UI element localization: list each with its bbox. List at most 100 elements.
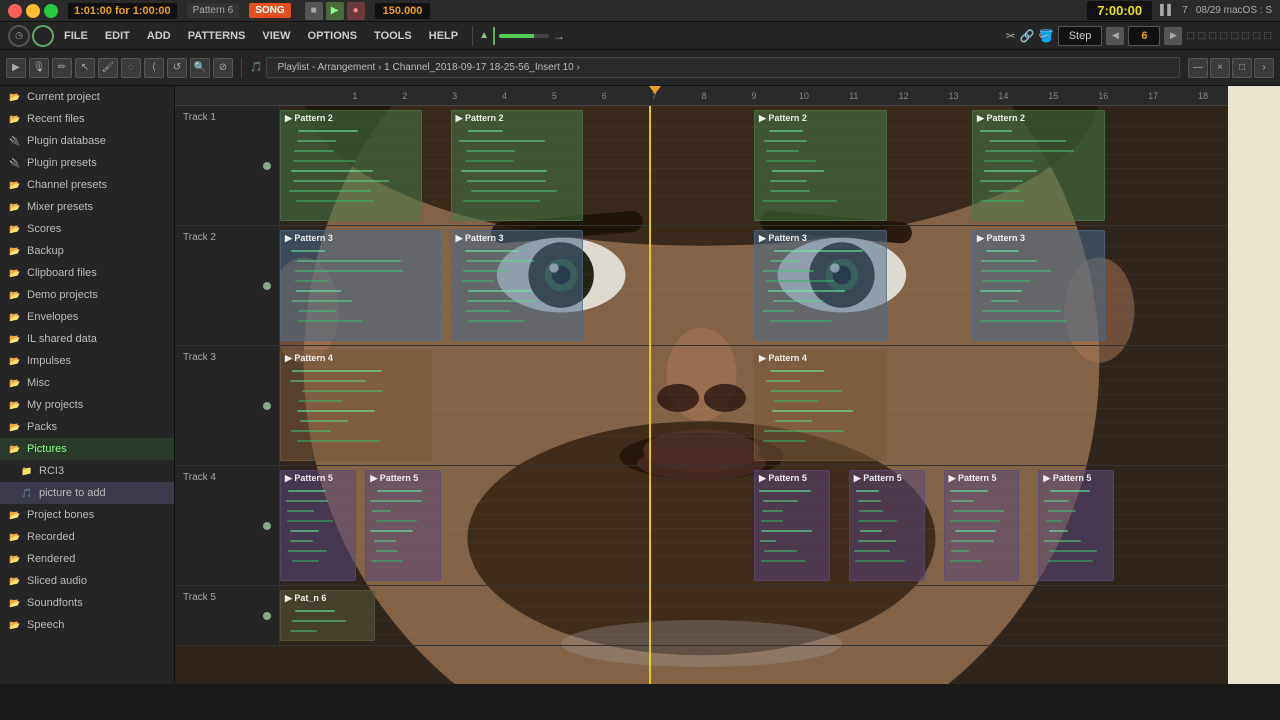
pattern-block[interactable]: ▶ Pattern 3 — [972, 230, 1105, 341]
sidebar-item-rendered[interactable]: 📂Rendered — [0, 548, 174, 570]
zoom-btn[interactable]: 🔍 — [190, 58, 210, 78]
bcr-expand[interactable]: □ — [1232, 58, 1252, 78]
volume-control[interactable]: ▲ → — [479, 27, 565, 45]
pattern-block[interactable]: ▶ Pattern 2 — [972, 110, 1105, 221]
pattern-block[interactable]: ▶ Pattern 4 — [754, 350, 887, 461]
close-button[interactable] — [8, 4, 22, 18]
sidebar-item-rci3[interactable]: 📁RCI3 — [0, 460, 174, 482]
sidebar-item-picture-to-add[interactable]: 🎵picture to add — [0, 482, 174, 504]
pattern-block[interactable]: ▶ Pattern 4 — [280, 350, 432, 461]
tracks-container: Track 1▶ Pattern 2▶ Pattern 2▶ Pattern 2… — [175, 106, 1228, 684]
sidebar-label: Sliced audio — [27, 575, 87, 587]
mute-btn[interactable]: ⊘ — [213, 58, 233, 78]
maximize-button[interactable] — [44, 4, 58, 18]
pattern-block[interactable]: ▶ Pattern 2 — [451, 110, 584, 221]
stop-button[interactable]: ■ — [305, 2, 323, 20]
sidebar-item-recent-files[interactable]: 📂Recent files — [0, 108, 174, 130]
nav-arrow-btn[interactable]: ▶ — [6, 58, 26, 78]
sidebar-item-envelopes[interactable]: 📂Envelopes — [0, 306, 174, 328]
bpm-display[interactable]: 150.000 — [375, 3, 431, 19]
bcr-close[interactable]: › — [1254, 58, 1274, 78]
plugin-icon: 🔌 — [8, 134, 22, 148]
pattern-block[interactable]: ▶ Pattern 5 — [944, 470, 1020, 581]
link-icon[interactable]: 🔗 — [1020, 29, 1035, 43]
step-count[interactable]: 6 — [1128, 26, 1160, 46]
sidebar-item-demo-projects[interactable]: 📂Demo projects — [0, 284, 174, 306]
sidebar-item-impulses[interactable]: 📂Impulses — [0, 350, 174, 372]
sidebar-item-plugin-database[interactable]: 🔌Plugin database — [0, 130, 174, 152]
sidebar-item-backup[interactable]: 📂Backup — [0, 240, 174, 262]
sidebar-label: Current project — [27, 91, 100, 103]
sidebar-item-clipboard-files[interactable]: 📂Clipboard files — [0, 262, 174, 284]
track-content-5[interactable]: ▶ Pat_n 6 — [280, 586, 1228, 645]
menu-item-view[interactable]: VIEW — [254, 26, 298, 46]
sidebar-item-mixer-presets[interactable]: 📂Mixer presets — [0, 196, 174, 218]
sidebar-item-misc[interactable]: 📂Misc — [0, 372, 174, 394]
sidebar-item-recorded[interactable]: 📂Recorded — [0, 526, 174, 548]
sidebar-item-il-shared-data[interactable]: 📂IL shared data — [0, 328, 174, 350]
loop-btn[interactable]: ↺ — [167, 58, 187, 78]
menu-item-options[interactable]: OPTIONS — [300, 26, 366, 46]
pattern-block[interactable]: ▶ Pattern 2 — [280, 110, 422, 221]
sidebar-item-speech[interactable]: 📂Speech — [0, 614, 174, 636]
circle-icon-1[interactable]: ◷ — [8, 25, 30, 47]
pattern-block[interactable]: ▶ Pattern 3 — [280, 230, 441, 341]
song-mode-badge[interactable]: SONG — [249, 3, 290, 18]
bcr-left[interactable]: — — [1188, 58, 1208, 78]
menu-item-help[interactable]: HELP — [421, 26, 466, 46]
erase-btn[interactable]: ◌ — [121, 58, 141, 78]
nav-mic-btn[interactable]: 🎙 — [29, 58, 49, 78]
paint-btn[interactable]: 🖌 — [98, 58, 118, 78]
track-content-4[interactable]: ▶ Pattern 5▶ Pattern 5▶ Pattern 5▶ Patte… — [280, 466, 1228, 585]
sidebar-item-current-project[interactable]: 📂Current project — [0, 86, 174, 108]
step-prev[interactable]: ◀ — [1106, 27, 1124, 45]
sidebar-item-project-bones[interactable]: 📂Project bones — [0, 504, 174, 526]
step-next[interactable]: ▶ — [1164, 27, 1182, 45]
menu-item-edit[interactable]: EDIT — [97, 26, 138, 46]
menu-item-tools[interactable]: TOOLS — [366, 26, 420, 46]
draw-btn[interactable]: ✏ — [52, 58, 72, 78]
sidebar-item-soundfonts[interactable]: 📂Soundfonts — [0, 592, 174, 614]
sidebar-item-packs[interactable]: 📂Packs — [0, 416, 174, 438]
pattern-block[interactable]: ▶ Pattern 3 — [451, 230, 584, 341]
sidebar-item-channel-presets[interactable]: 📂Channel presets — [0, 174, 174, 196]
minimize-button[interactable] — [26, 4, 40, 18]
pattern-block[interactable]: ▶ Pat_n 6 — [280, 590, 375, 641]
play-button[interactable]: ▶ — [326, 2, 344, 20]
folder-icon: 📂 — [8, 508, 22, 522]
track-content-3[interactable]: ▶ Pattern 4 ▶ Pattern 4 — [280, 346, 1228, 465]
bcr-right[interactable]: × — [1210, 58, 1230, 78]
menu-item-add[interactable]: ADD — [139, 26, 179, 46]
pattern-block[interactable]: ▶ Pattern 2 — [754, 110, 887, 221]
pattern-block[interactable]: ▶ Pattern 5 — [365, 470, 441, 581]
pattern-block[interactable]: ▶ Pattern 3 — [754, 230, 887, 341]
scissors-icon[interactable]: ✂ — [1006, 29, 1016, 43]
ruler-num-5: 5 — [529, 91, 579, 101]
sidebar-item-pictures[interactable]: 📂Pictures — [0, 438, 174, 460]
sidebar-label: IL shared data — [27, 333, 97, 345]
pattern-lines — [755, 485, 829, 580]
current-pattern: Pattern 6 — [187, 3, 240, 18]
bucket-icon[interactable]: 🪣 — [1039, 29, 1054, 43]
sidebar-item-scores[interactable]: 📂Scores — [0, 218, 174, 240]
pattern-block[interactable]: ▶ Pattern 5 — [754, 470, 830, 581]
slice-btn[interactable]: ⟨ — [144, 58, 164, 78]
track-content-1[interactable]: ▶ Pattern 2 ▶ Pattern 2 ▶ Pattern 2 ▶ Patte… — [280, 106, 1228, 225]
menu-item-file[interactable]: FILE — [56, 26, 96, 46]
window-controls[interactable] — [8, 4, 58, 18]
menu-item-patterns[interactable]: PATTERNS — [180, 26, 254, 46]
pattern-label: ▶ Pattern 5 — [366, 471, 422, 486]
sidebar-item-my-projects[interactable]: 📂My projects — [0, 394, 174, 416]
playlist-area[interactable]: 123456789101112131415161718 Track 1▶ Pat… — [175, 86, 1228, 684]
pattern-block[interactable]: ▶ Pattern 5 — [849, 470, 925, 581]
cursor-btn[interactable]: ↖ — [75, 58, 95, 78]
volume-slider[interactable] — [499, 34, 549, 38]
track-content-2[interactable]: ▶ Pattern 3▶ Pattern 3▶ Pattern 3▶ Patte… — [280, 226, 1228, 345]
pattern-block[interactable]: ▶ Pattern 5 — [1038, 470, 1114, 581]
pattern-block[interactable]: ▶ Pattern 5 — [280, 470, 356, 581]
sidebar-item-plugin-presets[interactable]: 🔌Plugin presets — [0, 152, 174, 174]
sidebar-item-sliced-audio[interactable]: 📂Sliced audio — [0, 570, 174, 592]
circle-icon-2[interactable] — [32, 25, 54, 47]
record-button[interactable]: ● — [347, 2, 365, 20]
folder-icon: 📂 — [8, 266, 22, 280]
